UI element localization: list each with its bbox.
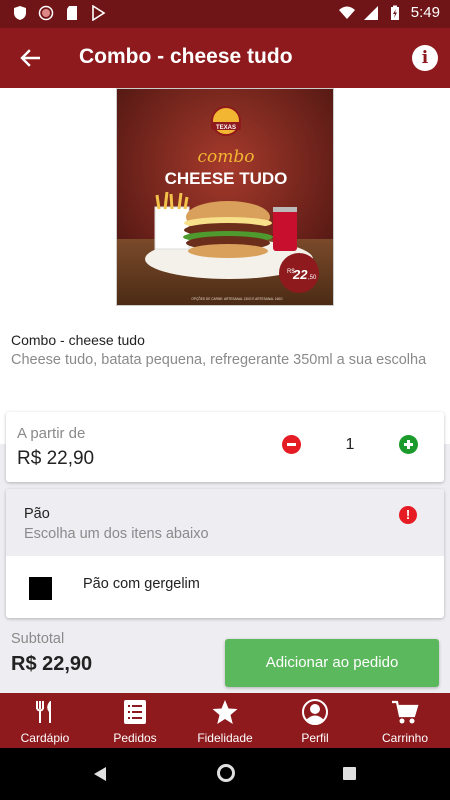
page-title: Combo - cheese tudo	[79, 45, 293, 68]
brand-text: TEXAS	[216, 125, 236, 131]
system-recents-icon[interactable]	[343, 767, 356, 780]
product-image: TEXAS combo CHEESE TUDO R$ 22 ,50 OPÇÕES…	[116, 88, 334, 306]
nav-label: Cardápio	[20, 731, 70, 745]
nav-item-fidelidade[interactable]: Fidelidade	[180, 693, 270, 748]
shield-icon	[14, 6, 26, 20]
system-nav-bar	[0, 748, 450, 800]
star-icon	[212, 700, 238, 724]
nav-label: Perfil	[301, 731, 329, 745]
info-button[interactable]: i	[412, 45, 438, 71]
back-button[interactable]	[14, 42, 46, 74]
nav-label: Pedidos	[113, 731, 157, 745]
user-circle-icon	[302, 699, 328, 725]
play-store-icon	[92, 5, 106, 21]
app-bar: Combo - cheese tudo i	[0, 28, 450, 88]
badge-cents: ,50	[308, 275, 317, 281]
battery-icon	[390, 5, 399, 20]
option-checkbox[interactable]	[29, 577, 52, 600]
product-name: Combo - cheese tudo	[11, 332, 145, 348]
nav-label: Carrinho	[381, 731, 429, 745]
subtotal-value: R$ 22,90	[11, 653, 93, 675]
minus-circle-icon[interactable]	[282, 435, 301, 454]
nav-item-carrinho[interactable]: Carrinho	[360, 693, 450, 748]
system-back-icon[interactable]	[93, 766, 107, 782]
price-card: A partir de R$ 22,90 1	[6, 412, 444, 482]
plus-circle-icon[interactable]	[399, 435, 418, 454]
cutlery-icon	[36, 701, 51, 723]
status-time: 5:49	[410, 4, 440, 21]
image-footnote: OPÇÕES DE CARNE: ARTESANAL 130G E ARTESA…	[191, 296, 283, 301]
nav-item-perfil[interactable]: Perfil	[270, 693, 360, 748]
option-item-label[interactable]: Pão com gergelim	[83, 576, 200, 592]
nav-label: Fidelidade	[197, 731, 253, 745]
price-label: A partir de	[17, 425, 86, 442]
info-icon: i	[421, 48, 429, 68]
list-icon	[124, 700, 146, 724]
status-bar: 5:49	[0, 0, 450, 28]
nav-item-pedidos[interactable]: Pedidos	[90, 693, 180, 748]
combo-illustration: TEXAS combo CHEESE TUDO R$ 22 ,50 OPÇÕES…	[117, 89, 333, 305]
price-value: R$ 22,90	[17, 448, 95, 469]
headline-text: CHEESE TUDO	[165, 169, 288, 188]
badge-value: 22	[292, 267, 308, 282]
record-icon	[38, 5, 54, 21]
option-group-subtitle: Escolha um dos itens abaixo	[24, 526, 209, 542]
bottom-nav: Cardápio Pedidos Fidelidade Perfil Carri…	[0, 693, 450, 748]
signal-icon	[363, 5, 378, 20]
subtotal-label: Subtotal	[11, 631, 65, 647]
option-group-header: Pão Escolha um dos itens abaixo !	[6, 489, 444, 556]
sd-card-icon	[67, 6, 77, 20]
arrow-left-icon	[20, 49, 40, 67]
option-group-card: Pão Escolha um dos itens abaixo ! Pão co…	[6, 489, 444, 618]
option-group-title: Pão	[24, 506, 50, 522]
system-home-icon[interactable]	[217, 764, 235, 782]
quantity-value: 1	[345, 436, 355, 453]
nav-item-cardapio[interactable]: Cardápio	[0, 693, 90, 748]
product-description: Cheese tudo, batata pequena, refregerant…	[11, 352, 427, 368]
cart-icon	[392, 700, 419, 724]
alert-circle-icon: !	[399, 506, 417, 524]
headline-script: combo	[198, 147, 255, 167]
wifi-icon	[338, 6, 355, 19]
add-to-order-button[interactable]: Adicionar ao pedido	[225, 639, 439, 687]
product-content: TEXAS combo CHEESE TUDO R$ 22 ,50 OPÇÕES…	[0, 88, 450, 693]
